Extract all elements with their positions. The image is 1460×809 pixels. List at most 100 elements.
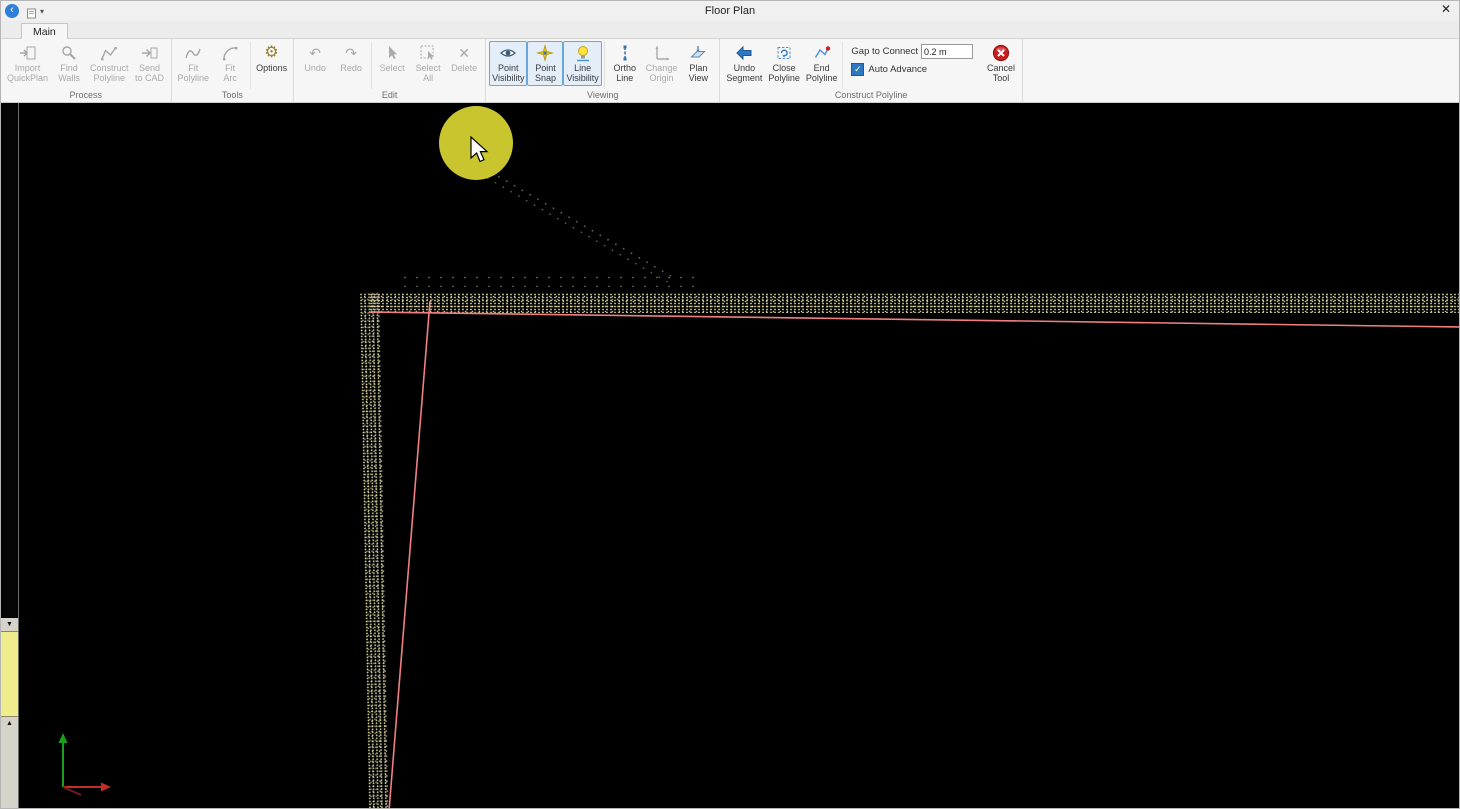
- find-walls-button[interactable]: Find Walls: [51, 41, 87, 86]
- select-button[interactable]: Select: [374, 41, 410, 76]
- cancel-tool-label: Cancel Tool: [987, 64, 1015, 84]
- send-to-cad-button[interactable]: Send to CAD: [132, 41, 168, 86]
- auto-advance-label: Auto Advance: [868, 64, 927, 75]
- ribbon: Import QuickPlan Find Walls Construct Po…: [1, 39, 1459, 103]
- select-label: Select: [380, 64, 405, 74]
- construct-polyline-button[interactable]: Construct Polyline: [87, 41, 132, 86]
- group-separator: [604, 42, 605, 89]
- import-quickplan-button[interactable]: Import QuickPlan: [4, 41, 51, 86]
- plan-view-label: Plan View: [689, 64, 708, 84]
- group-separator: [842, 42, 843, 89]
- mouse-cursor-icon: [469, 136, 491, 166]
- construction-polyline: [19, 103, 1459, 808]
- group-separator: [250, 42, 251, 89]
- ribbon-group-construct-polyline: Undo Segment Close Polyline End Polyline: [720, 39, 1023, 102]
- floor-plan-canvas[interactable]: [19, 103, 1459, 808]
- send-to-cad-label: Send to CAD: [135, 64, 164, 84]
- select-all-button[interactable]: Select All: [410, 41, 446, 86]
- line-visibility-bulb-icon: [574, 43, 592, 63]
- change-origin-button[interactable]: Change Origin: [643, 41, 681, 86]
- options-button[interactable]: ⚙ Options: [253, 41, 290, 76]
- construct-polyline-icon: [100, 43, 118, 63]
- redo-button[interactable]: ↷ Redo: [333, 41, 369, 76]
- change-origin-label: Change Origin: [646, 64, 678, 84]
- auto-advance-checkbox[interactable]: [851, 63, 864, 76]
- options-gear-icon: ⚙: [264, 43, 278, 63]
- cancel-tool-button[interactable]: Cancel Tool: [983, 41, 1019, 86]
- point-snap-icon: [536, 43, 554, 63]
- slider-range-thumb[interactable]: [1, 631, 18, 717]
- edit-group-label: Edit: [297, 90, 482, 102]
- ortho-line-button[interactable]: Ortho Line: [607, 41, 643, 86]
- options-label: Options: [256, 64, 287, 74]
- select-all-label: Select All: [416, 64, 441, 84]
- gap-to-connect-input[interactable]: [921, 44, 973, 59]
- point-visibility-button[interactable]: Point Visibility: [489, 41, 527, 86]
- axis-indicator: [47, 727, 119, 799]
- close-polyline-label: Close Polyline: [768, 64, 800, 84]
- end-polyline-label: End Polyline: [806, 64, 838, 84]
- undo-segment-button[interactable]: Undo Segment: [723, 41, 765, 86]
- delete-button[interactable]: ✕ Delete: [446, 41, 482, 76]
- construct-polyline-label: Construct Polyline: [90, 64, 129, 84]
- ribbon-group-tools: Fit Polyline Fit Arc ⚙ Options Tools: [172, 39, 295, 102]
- elevation-slider[interactable]: ▼ ▲: [1, 103, 19, 808]
- fit-polyline-icon: [184, 43, 202, 63]
- ribbon-group-process: Import QuickPlan Find Walls Construct Po…: [1, 39, 172, 102]
- ribbon-group-viewing: Point Visibility Point Snap Line Visibil…: [486, 39, 720, 102]
- slider-track-bottom: [1, 730, 18, 808]
- slider-up-arrow-icon[interactable]: ▲: [1, 717, 18, 730]
- process-group-label: Process: [4, 90, 168, 102]
- point-visibility-label: Point Visibility: [492, 64, 524, 84]
- end-polyline-button[interactable]: End Polyline: [803, 41, 841, 86]
- plan-view-button[interactable]: Plan View: [680, 41, 716, 86]
- undo-segment-arrow-icon: [735, 43, 753, 63]
- close-polyline-button[interactable]: Close Polyline: [765, 41, 803, 86]
- tab-main[interactable]: Main: [21, 23, 68, 39]
- viewing-group-label: Viewing: [489, 90, 716, 102]
- point-snap-label: Point Snap: [535, 64, 556, 84]
- group-separator: [371, 42, 372, 89]
- quick-access-icon[interactable]: [26, 6, 37, 17]
- window-title: Floor Plan: [705, 5, 755, 17]
- point-snap-button[interactable]: Point Snap: [527, 41, 563, 86]
- ribbon-group-edit: ↶ Undo ↷ Redo Select: [294, 39, 486, 102]
- slider-track-top: [1, 103, 18, 618]
- titlebar: ‹ ▾ Floor Plan ✕: [1, 1, 1459, 21]
- line-visibility-label: Line Visibility: [566, 64, 598, 84]
- slider-down-arrow-icon[interactable]: ▼: [1, 618, 18, 631]
- fit-arc-icon: [221, 43, 239, 63]
- change-origin-icon: [653, 43, 671, 63]
- back-button[interactable]: ‹: [5, 4, 19, 18]
- fit-arc-button[interactable]: Fit Arc: [212, 41, 248, 86]
- work-area: ▼ ▲: [1, 103, 1459, 808]
- delete-label: Delete: [451, 64, 477, 74]
- undo-button[interactable]: ↶ Undo: [297, 41, 333, 76]
- point-visibility-eye-icon: [499, 43, 517, 63]
- ortho-line-label: Ortho Line: [614, 64, 637, 84]
- redo-label: Redo: [340, 64, 362, 74]
- select-cursor-icon: [383, 43, 401, 63]
- undo-icon: ↶: [309, 43, 321, 63]
- gap-to-connect-label: Gap to Connect: [851, 46, 918, 57]
- import-quickplan-icon: [19, 43, 37, 63]
- find-walls-label: Find Walls: [58, 64, 80, 84]
- end-polyline-icon: [813, 43, 831, 63]
- import-quickplan-label: Import QuickPlan: [7, 64, 48, 84]
- construct-polyline-group-label: Construct Polyline: [723, 90, 1019, 102]
- fit-polyline-label: Fit Polyline: [178, 64, 210, 84]
- ortho-line-icon: [616, 43, 634, 63]
- fit-polyline-button[interactable]: Fit Polyline: [175, 41, 213, 86]
- construct-fields: Gap to Connect Auto Advance: [851, 44, 973, 76]
- redo-icon: ↷: [345, 43, 357, 63]
- close-icon[interactable]: ✕: [1441, 2, 1451, 16]
- delete-icon: ✕: [458, 43, 470, 63]
- quick-access-caret-icon[interactable]: ▾: [40, 7, 44, 16]
- undo-label: Undo: [304, 64, 326, 74]
- tools-group-label: Tools: [175, 90, 291, 102]
- fit-arc-label: Fit Arc: [223, 64, 237, 84]
- app-window: ‹ ▾ Floor Plan ✕ Main Import QuickPlan: [0, 0, 1460, 809]
- plan-view-icon: [689, 43, 707, 63]
- undo-segment-label: Undo Segment: [726, 64, 762, 84]
- line-visibility-button[interactable]: Line Visibility: [563, 41, 601, 86]
